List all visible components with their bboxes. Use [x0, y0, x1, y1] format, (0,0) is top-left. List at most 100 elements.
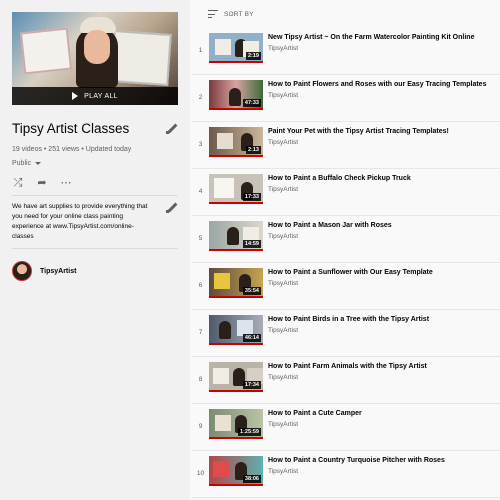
video-title[interactable]: New Tipsy Artist ~ On the Farm Watercolo… [268, 33, 474, 42]
video-thumbnail[interactable]: 1:25:59 [209, 409, 263, 439]
list-item[interactable]: 9 1:25:59 How to Paint a Cute Camper Tip… [192, 404, 500, 451]
list-item[interactable]: 1 2:19 New Tipsy Artist ~ On the Farm Wa… [192, 28, 500, 75]
watch-progress-bar [209, 202, 263, 204]
video-index: 5 [198, 235, 203, 242]
sort-label: SORT BY [224, 10, 254, 18]
list-item[interactable]: 2 47:33 How to Paint Flowers and Roses w… [192, 75, 500, 122]
thumbnail-art [215, 415, 231, 431]
playlist-thumbnail[interactable]: PLAY ALL [12, 12, 178, 105]
video-thumbnail[interactable]: 2:13 [209, 127, 263, 157]
video-title[interactable]: How to Paint Birds in a Tree with the Ti… [268, 315, 429, 324]
video-duration: 17:34 [242, 381, 261, 389]
privacy-dropdown[interactable]: Public [12, 160, 178, 167]
video-duration: 1:25:59 [238, 428, 261, 436]
video-duration: 2:13 [245, 146, 261, 154]
sort-button[interactable]: SORT BY [192, 0, 500, 28]
watch-progress-bar [209, 249, 263, 251]
video-title[interactable]: How to Paint a Cute Camper [268, 409, 362, 418]
video-duration: 14:59 [242, 240, 261, 248]
playlist-video-list: SORT BY 1 2:19 New Tipsy Artist ~ On the… [190, 0, 500, 500]
video-title[interactable]: Paint Your Pet with the Tipsy Artist Tra… [268, 127, 449, 136]
video-info: How to Paint a Country Turquoise Pitcher… [268, 456, 445, 475]
shuffle-icon[interactable]: ⤮ [12, 177, 24, 189]
video-info: How to Paint a Sunflower with Our Easy T… [268, 268, 433, 287]
list-item[interactable]: 8 17:34 How to Paint Farm Animals with t… [192, 357, 500, 404]
playlist-title-row: Tipsy Artist Classes [12, 121, 178, 136]
video-channel[interactable]: TipsyArtist [268, 468, 445, 475]
watch-progress-bar [209, 484, 263, 486]
video-thumbnail[interactable]: 17:33 [209, 174, 263, 204]
video-channel[interactable]: TipsyArtist [268, 233, 392, 240]
playlist-description: We have art supplies to provide everythi… [12, 203, 148, 240]
video-title[interactable]: How to Paint a Buffalo Check Pickup Truc… [268, 174, 411, 183]
more-icon[interactable]: ⋯ [60, 177, 72, 189]
video-duration: 47:33 [242, 99, 261, 107]
list-item[interactable]: 4 17:33 How to Paint a Buffalo Check Pic… [192, 169, 500, 216]
video-duration: 35:54 [242, 287, 261, 295]
video-channel[interactable]: TipsyArtist [268, 92, 486, 99]
watch-progress-bar [209, 61, 263, 63]
video-thumbnail[interactable]: 38:06 [209, 456, 263, 486]
owner-name[interactable]: TipsyArtist [40, 268, 76, 275]
video-info: How to Paint Farm Animals with the Tipsy… [268, 362, 427, 381]
caret-down-icon [35, 162, 42, 165]
pencil-icon[interactable] [166, 202, 178, 214]
video-thumbnail[interactable]: 46:14 [209, 315, 263, 345]
video-title[interactable]: How to Paint Farm Animals with the Tipsy… [268, 362, 427, 371]
video-thumbnail[interactable]: 47:33 [209, 80, 263, 110]
thumbnail-art [213, 461, 229, 477]
video-thumbnail[interactable]: 35:54 [209, 268, 263, 298]
video-info: New Tipsy Artist ~ On the Farm Watercolo… [268, 33, 474, 52]
privacy-label: Public [12, 160, 32, 167]
thumbnail-person [227, 227, 239, 245]
watch-progress-bar [209, 437, 263, 439]
watch-progress-bar [209, 155, 263, 157]
video-channel[interactable]: TipsyArtist [268, 280, 433, 287]
video-thumbnail[interactable]: 2:19 [209, 33, 263, 63]
video-duration: 46:14 [242, 334, 261, 342]
video-channel[interactable]: TipsyArtist [268, 327, 429, 334]
artwork-left [19, 27, 73, 75]
video-thumbnail[interactable]: 14:59 [209, 221, 263, 251]
video-info: How to Paint a Mason Jar with Roses Tips… [268, 221, 392, 240]
video-duration: 38:06 [242, 475, 261, 483]
video-index: 10 [196, 470, 205, 477]
video-channel[interactable]: TipsyArtist [268, 421, 362, 428]
video-index: 4 [198, 188, 203, 195]
video-index: 2 [198, 94, 203, 101]
video-index: 7 [198, 329, 203, 336]
video-channel[interactable]: TipsyArtist [268, 45, 474, 52]
thumbnail-person [219, 321, 231, 339]
video-channel[interactable]: TipsyArtist [268, 139, 449, 146]
video-info: How to Paint Flowers and Roses with our … [268, 80, 486, 99]
video-title[interactable]: How to Paint a Country Turquoise Pitcher… [268, 456, 445, 465]
video-channel[interactable]: TipsyArtist [268, 374, 427, 381]
list-item[interactable]: 6 35:54 How to Paint a Sunflower with Ou… [192, 263, 500, 310]
sort-icon [208, 10, 218, 18]
list-item[interactable]: 10 38:06 How to Paint a Country Turquois… [192, 451, 500, 498]
video-info: How to Paint a Cute Camper TipsyArtist [268, 409, 362, 428]
video-thumbnail[interactable]: 17:34 [209, 362, 263, 392]
playlist-actions: ⤮ ➦ ⋯ [12, 177, 178, 189]
playlist-sidebar: PLAY ALL Tipsy Artist Classes 19 videos … [0, 0, 190, 500]
watch-progress-bar [209, 390, 263, 392]
hero-person-face [84, 30, 110, 64]
artwork-right [110, 30, 172, 86]
thumbnail-art [213, 368, 229, 384]
playlist-title: Tipsy Artist Classes [12, 121, 130, 136]
video-channel[interactable]: TipsyArtist [268, 186, 411, 193]
video-info: How to Paint Birds in a Tree with the Ti… [268, 315, 429, 334]
video-title[interactable]: How to Paint a Mason Jar with Roses [268, 221, 392, 230]
play-all-button[interactable]: PLAY ALL [12, 87, 178, 105]
list-item[interactable]: 7 46:14 How to Paint Birds in a Tree wit… [192, 310, 500, 357]
avatar[interactable] [12, 261, 32, 281]
thumbnail-art [214, 273, 230, 289]
video-title[interactable]: How to Paint Flowers and Roses with our … [268, 80, 486, 89]
video-index: 3 [198, 141, 203, 148]
list-item[interactable]: 3 2:13 Paint Your Pet with the Tipsy Art… [192, 122, 500, 169]
list-item[interactable]: 5 14:59 How to Paint a Mason Jar with Ro… [192, 216, 500, 263]
pencil-icon[interactable] [166, 123, 178, 135]
video-title[interactable]: How to Paint a Sunflower with Our Easy T… [268, 268, 433, 277]
playlist-owner[interactable]: TipsyArtist [12, 261, 178, 281]
share-icon[interactable]: ➦ [36, 177, 48, 189]
